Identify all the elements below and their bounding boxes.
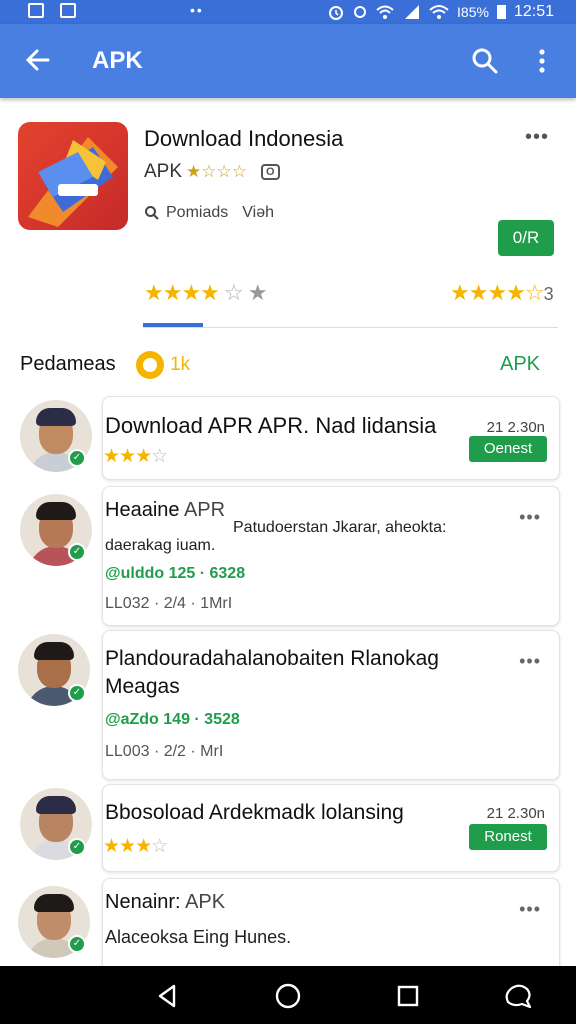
app-sub-stars: ★☆☆☆ — [186, 162, 247, 181]
list-item-stars-outline: ☆ — [151, 836, 168, 857]
clock: 12:51 — [513, 3, 554, 20]
app-sub-label: APK — [144, 161, 183, 182]
app-meta-label2: Viəh — [242, 204, 274, 221]
open-button[interactable]: 0/R — [498, 220, 554, 256]
list-item-title-suffix: APK — [185, 891, 226, 913]
rating-stars-filled: ★★★★ — [144, 280, 220, 305]
photo-icon — [60, 3, 76, 18]
nav-recents-icon[interactable] — [394, 982, 422, 1010]
app-meta-label: Pomiads — [166, 204, 229, 221]
list-item-button[interactable]: Ronest — [469, 824, 547, 850]
search-small-icon — [145, 206, 159, 220]
list-item-title-main: Heaaine — [105, 499, 180, 521]
nav-back-icon[interactable] — [154, 982, 182, 1010]
list-item[interactable]: Heaaine APR ••• Patudoerstan Jkarar, ahe… — [102, 486, 560, 626]
system-nav-bar — [0, 966, 576, 1024]
app-sub-tag: O — [261, 164, 280, 180]
status-notification-icons — [28, 3, 76, 18]
app-more-icon[interactable]: ••• — [525, 126, 549, 149]
rating-stars-outline: ☆ — [224, 280, 244, 305]
list-item-title-suffix: APR — [183, 499, 226, 521]
list-item-desc: Alaceoksa Eing Hunes. — [105, 927, 292, 947]
rating-summary-count: 3 — [543, 284, 554, 304]
verified-icon: ✓ — [68, 543, 86, 561]
battery-text: I85% — [457, 4, 489, 20]
list-item-desc: daerakag iuam. — [105, 537, 216, 554]
sync-icon — [354, 6, 367, 18]
list-item-stats: @aZdo 149 · 3528 — [105, 711, 240, 728]
list-item-date: 21 2.30n — [486, 805, 545, 822]
list-item-more-icon[interactable]: ••• — [519, 651, 541, 672]
list-item-stars-outline: ☆ — [151, 446, 168, 467]
list-item-title-main: Nenainr: — [105, 891, 181, 913]
list-item-title: Download APR APR. Nad lidansia — [105, 413, 437, 438]
list-item-button[interactable]: Oenest — [469, 436, 547, 462]
gallery-icon — [28, 3, 44, 18]
list-item-stars-filled: ★★★ — [103, 446, 152, 467]
alarm-icon — [329, 6, 344, 20]
list-item-stars: ★★★☆ — [103, 445, 168, 468]
app-bar: APK — [0, 24, 576, 98]
section-title: Pedameas — [20, 353, 116, 375]
list-item-info: LL032 · 2/4 · 1MrI — [105, 595, 233, 612]
app-logo-icon — [28, 137, 118, 227]
list-item[interactable]: Download APR APR. Nad lidansia 21 2.30n … — [102, 396, 560, 480]
status-bar: •• I85% 12:51 — [0, 0, 576, 24]
list-item[interactable]: Bbosoload Ardekmadk lolansing 21 2.30n R… — [102, 784, 560, 872]
list-item-title: Plandouradahalanobaiten Rlanokag Meagas — [105, 647, 439, 698]
app-icon[interactable] — [18, 122, 128, 230]
coin-icon — [136, 351, 164, 379]
list-item[interactable]: Nenainr: APK ••• Alaceoksa Eing Hunes. — [102, 878, 560, 978]
search-icon[interactable] — [470, 46, 500, 76]
verified-icon: ✓ — [68, 838, 86, 856]
list-item-stars-filled: ★★★ — [103, 836, 152, 857]
back-arrow-icon[interactable] — [24, 46, 52, 79]
list-item-date: 21 2.30n — [486, 419, 545, 436]
verified-icon: ✓ — [68, 449, 86, 467]
rating-stars: ★★★★ ☆ ★ — [144, 280, 268, 306]
list-item-more-icon[interactable]: ••• — [519, 899, 541, 920]
list-item-stats: @ulddo 125 · 6328 — [105, 565, 246, 582]
rating-summary: ★★★★☆3 — [450, 280, 554, 306]
status-system-icons: I85% 12:51 — [327, 3, 554, 21]
page-title: APK — [92, 47, 143, 74]
app-name: Download Indonesia — [144, 126, 344, 151]
status-dots: •• — [190, 2, 204, 18]
verified-icon: ✓ — [68, 935, 86, 953]
battery-icon — [496, 5, 506, 19]
wifi-signal-icon — [376, 5, 394, 19]
app-subtitle: APK ★☆☆☆ O — [144, 161, 280, 183]
rating-stars-gray: ★ — [247, 280, 268, 305]
list-item-title: Nenainr: APK — [105, 891, 225, 914]
list-item-info: LL003 · 2/2 · MrI — [105, 743, 224, 760]
list-item-title: Bbosoload Ardekmadk lolansing — [105, 801, 404, 824]
tab-divider — [143, 327, 558, 328]
list-item-subtitle: Patudoerstan Jkarar, aheokta: — [233, 519, 447, 536]
cell-signal-icon — [405, 5, 420, 19]
app-meta: Pomiads Viəh — [144, 204, 274, 222]
list-item-stars: ★★★☆ — [103, 835, 168, 858]
verified-icon: ✓ — [68, 684, 86, 702]
section-link[interactable]: APK — [500, 353, 540, 376]
nav-assist-icon[interactable] — [502, 982, 534, 1010]
list-item[interactable]: Plandouradahalanobaiten Rlanokag Meagas … — [102, 630, 560, 780]
section-count: 1k — [170, 354, 191, 375]
list-item-title: Heaaine APR — [105, 499, 225, 522]
nav-home-icon[interactable] — [274, 982, 302, 1010]
list-item-more-icon[interactable]: ••• — [519, 507, 541, 528]
rating-summary-stars: ★★★★☆ — [450, 280, 545, 305]
wifi-icon — [429, 5, 449, 19]
more-vert-icon[interactable] — [530, 46, 554, 76]
